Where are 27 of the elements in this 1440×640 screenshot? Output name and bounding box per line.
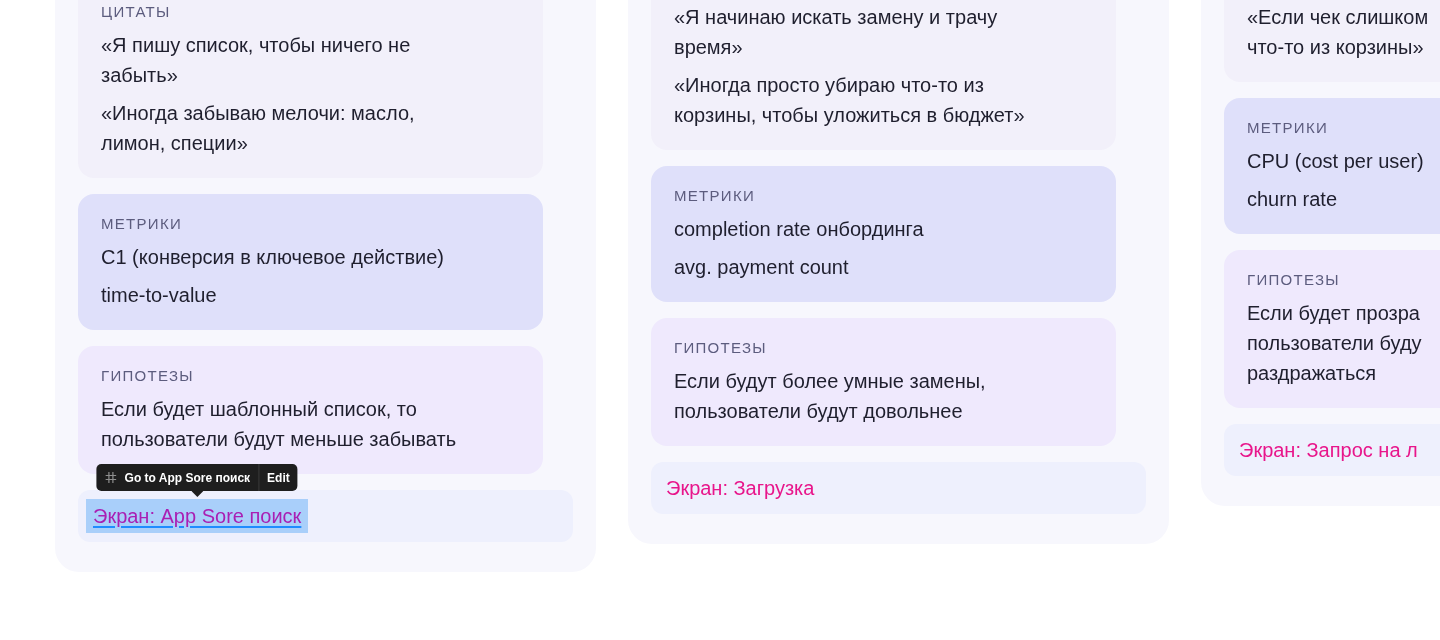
metric-text: C1 (конверсия в ключевое действие)	[101, 245, 445, 270]
section-label: МЕТРИКИ	[1247, 118, 1330, 138]
hash-icon	[105, 472, 117, 483]
screen-link[interactable]: Экран: Запрос на л	[1232, 433, 1425, 467]
quote-text: «Иногда просто убираю что-то из корзины, чтобы уложиться в бюджет»	[674, 73, 1026, 128]
go-to-link[interactable]: Go to App Sore поиск	[124, 470, 251, 485]
metric-text: CPU (cost per user)	[1247, 149, 1425, 174]
quote-text: «Я пишу список, чтобы ничего не забыть»	[101, 33, 412, 88]
metric-text: churn rate	[1247, 187, 1339, 212]
section-label: ГИПОТЕЗЫ	[101, 366, 195, 386]
quote-text: «Я начинаю искать замену и трачу время»	[674, 5, 999, 60]
hypothesis-text: Если будет шаблонный список, то пользователи будут меньше забывать	[101, 397, 458, 452]
screen-link[interactable]: Экран: Загрузка	[659, 471, 822, 505]
hypothesis-text: Если будут более умные замены, пользователи будут довольнее	[674, 369, 987, 424]
metric-text: avg. payment count	[674, 255, 850, 280]
section-label: МЕТРИКИ	[101, 214, 184, 234]
screen-link[interactable]: Экран: App Sore поиск	[86, 499, 309, 533]
quote-text: «Иногда забываю мелочи: масло, лимон, специи»	[101, 101, 416, 156]
section-label: ГИПОТЕЗЫ	[1247, 270, 1341, 290]
section-label: ГИПОТЕЗЫ	[674, 338, 768, 358]
section-label: ЦИТАТЫ	[101, 2, 172, 22]
edit-button[interactable]: Edit	[258, 464, 298, 491]
metric-text: time-to-value	[101, 283, 218, 308]
hypothesis-text: Если будет прозра пользователи буду раздражаться	[1247, 301, 1423, 386]
section-label: МЕТРИКИ	[674, 186, 757, 206]
quote-text: «Если чек слишком что-то из корзины»	[1247, 5, 1430, 60]
metric-text: completion rate онбординга	[674, 217, 925, 242]
